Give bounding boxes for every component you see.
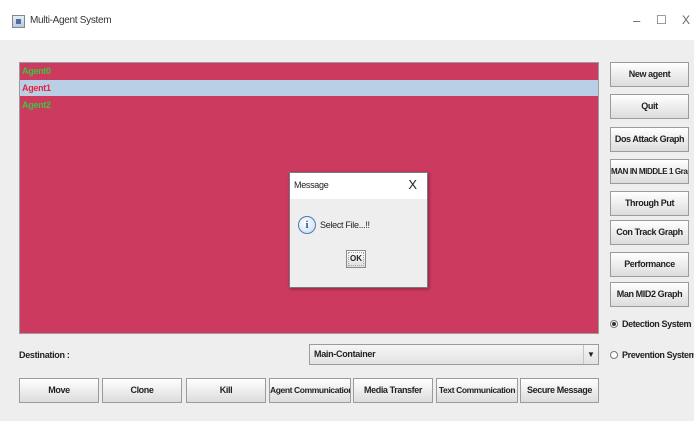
through-put-button[interactable]: Through Put <box>610 191 689 216</box>
secure-message-button[interactable]: Secure Message <box>520 378 599 403</box>
media-transfer-button[interactable]: Media Transfer <box>353 378 433 403</box>
dialog-title: Message <box>294 180 329 190</box>
man-mid2-graph-button[interactable]: Man MID2 Graph <box>610 282 689 307</box>
app-icon <box>12 15 25 28</box>
destination-value: Main-Container <box>314 349 376 359</box>
radio-selected-icon <box>610 320 618 328</box>
clone-button[interactable]: Clone <box>102 378 182 403</box>
detection-system-radio[interactable]: Detection System <box>610 319 692 329</box>
radio-unselected-icon <box>610 351 618 359</box>
dos-attack-graph-button[interactable]: Dos Attack Graph <box>610 127 689 152</box>
window-titlebar: Multi-Agent System – ☐ X <box>0 0 694 40</box>
destination-label: Destination : <box>19 350 70 360</box>
close-button[interactable]: X <box>682 13 690 27</box>
agent-list-item[interactable]: Agent1 <box>20 80 598 96</box>
new-agent-button[interactable]: New agent <box>610 62 689 87</box>
agent-list-item[interactable]: Agent2 <box>20 97 598 113</box>
radio-label: Prevention System <box>622 350 694 360</box>
chevron-down-icon[interactable]: ▼ <box>583 345 598 364</box>
minimize-button[interactable]: – <box>633 13 640 28</box>
agent-label: Agent1 <box>22 83 51 93</box>
agent-label: Agent0 <box>22 66 51 76</box>
dialog-message: Select File...!! <box>320 220 370 230</box>
con-track-graph-button[interactable]: Con Track Graph <box>610 220 689 245</box>
move-button[interactable]: Move <box>19 378 99 403</box>
window-title: Multi-Agent System <box>30 15 112 26</box>
message-dialog: Message X i Select File...!! OK <box>289 172 428 288</box>
dialog-titlebar: Message X <box>290 173 427 199</box>
dialog-close-button[interactable]: X <box>408 177 417 192</box>
agent-list-item[interactable]: Agent0 <box>20 63 598 79</box>
performance-button[interactable]: Performance <box>610 252 689 277</box>
agent-communication-button[interactable]: Agent Communication <box>269 378 351 403</box>
kill-button[interactable]: Kill <box>186 378 266 403</box>
prevention-system-radio[interactable]: Prevention System <box>610 350 694 360</box>
radio-label: Detection System <box>622 319 692 329</box>
man-in-middle-1-graph-button[interactable]: MAN IN MIDDLE 1 Graph <box>610 159 689 184</box>
maximize-button[interactable]: ☐ <box>656 13 667 27</box>
agent-label: Agent2 <box>22 100 51 110</box>
info-icon: i <box>298 216 316 234</box>
text-communication-button[interactable]: Text Communication <box>436 378 518 403</box>
destination-select[interactable]: Main-Container ▼ <box>309 344 599 365</box>
quit-button[interactable]: Quit <box>610 94 689 119</box>
ok-button[interactable]: OK <box>346 250 366 268</box>
